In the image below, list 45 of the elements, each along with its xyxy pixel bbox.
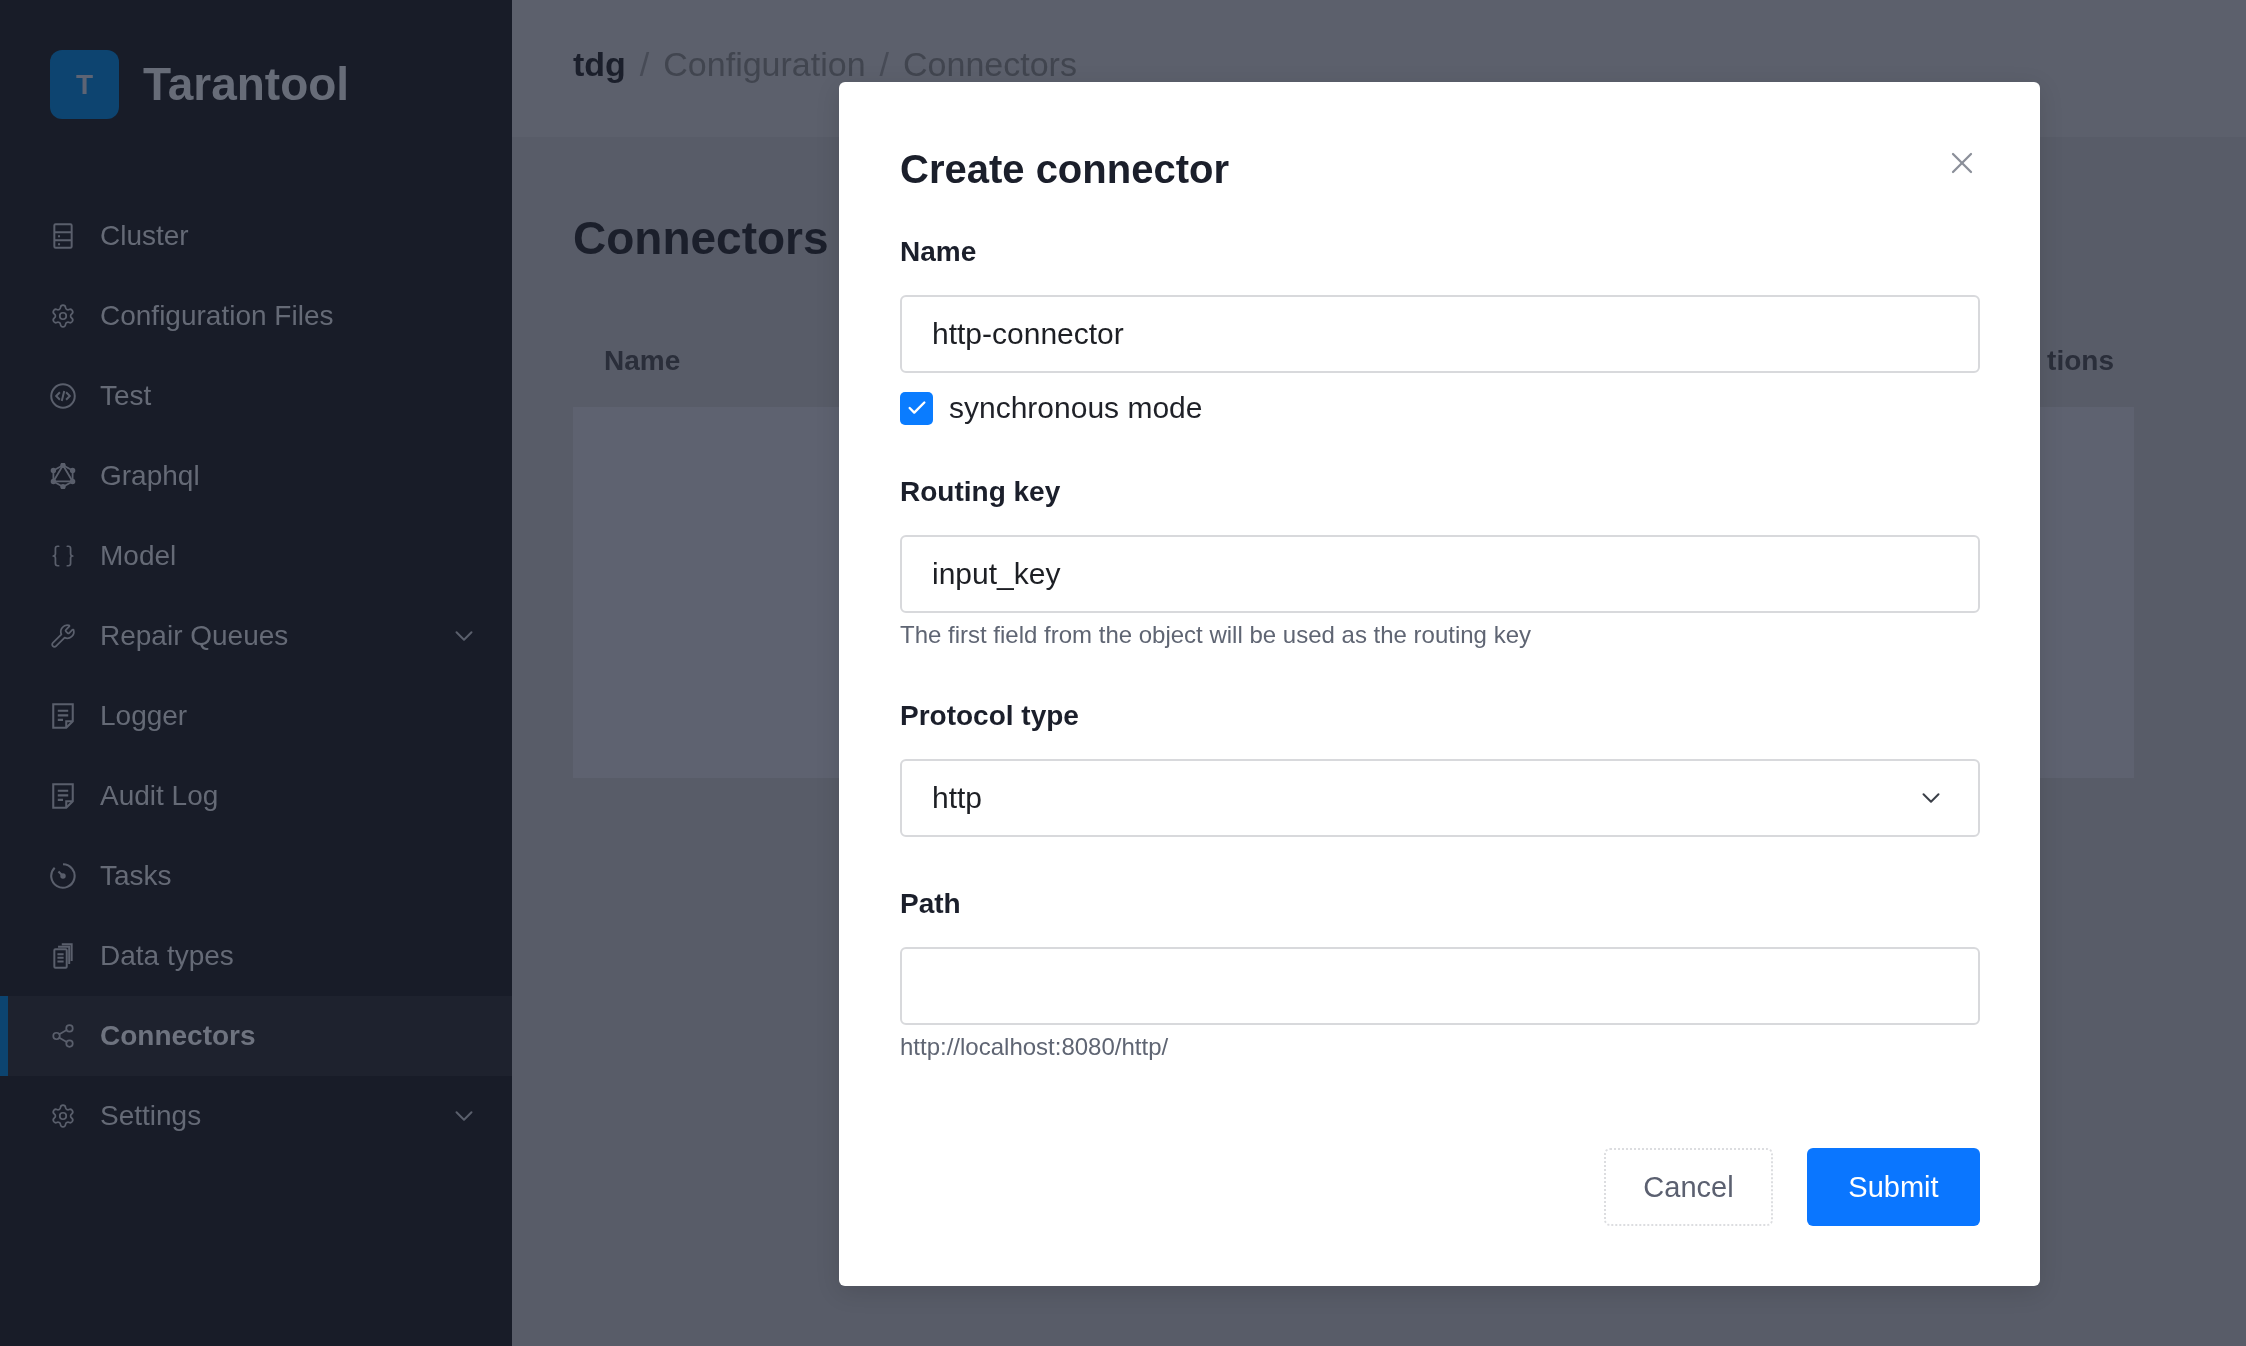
sidebar-item[interactable]: Repair Queues	[0, 596, 512, 676]
sidebar-item[interactable]: Audit Log	[0, 756, 512, 836]
text-input[interactable]: input_key	[900, 535, 1980, 613]
select-field[interactable]: http	[900, 759, 1980, 837]
share-icon	[50, 1023, 76, 1049]
gear-icon	[50, 1103, 76, 1129]
wrench-icon	[50, 623, 76, 649]
breadcrumb-separator: /	[879, 47, 889, 81]
sidebar-item[interactable]: Test	[0, 356, 512, 436]
field-label: Protocol type	[900, 699, 1079, 733]
hint-text: http://localhost:8080/http/	[900, 1033, 1169, 1061]
field-label: Path	[900, 887, 961, 921]
files-icon	[50, 943, 76, 969]
logo-mark: T	[50, 50, 119, 119]
page-title: Connectors	[573, 211, 829, 266]
timer-icon	[50, 863, 76, 889]
field-label: Routing key	[900, 475, 1061, 509]
submit-button[interactable]: Submit	[1807, 1148, 1980, 1226]
document-icon	[50, 703, 76, 729]
sidebar-item[interactable]: Configuration Files	[0, 276, 512, 356]
cancel-button[interactable]: Cancel	[1604, 1148, 1773, 1226]
text-input[interactable]	[900, 947, 1980, 1025]
sidebar-item[interactable]: Tasks	[0, 836, 512, 916]
hexagon-network-icon	[50, 463, 76, 489]
sidebar-item[interactable]: Data types	[0, 916, 512, 996]
breadcrumb-separator: /	[639, 47, 650, 81]
checkbox[interactable]	[900, 391, 933, 425]
sidebar-item[interactable]: Cluster	[0, 196, 512, 276]
document-icon	[50, 783, 76, 809]
braces-icon	[50, 543, 76, 569]
sidebar-item[interactable]: Model	[0, 516, 512, 596]
logo-name: Tarantool	[143, 59, 350, 110]
sidebar-item[interactable]: Connectors	[0, 996, 512, 1076]
server-icon	[50, 223, 76, 249]
hint-text: The first field from the object will be used as the routing key	[900, 621, 1531, 649]
checkbox-label: synchronous mode	[949, 391, 1203, 425]
field-label: Name	[900, 235, 977, 269]
code-icon	[50, 383, 76, 409]
text-input[interactable]: http-connector	[900, 295, 1980, 373]
modal-title: Create connector	[900, 146, 1229, 193]
gear-icon	[50, 303, 76, 329]
sidebar-item[interactable]: Settings	[0, 1076, 512, 1156]
sidebar-item[interactable]: Logger	[0, 676, 512, 756]
sidebar-item[interactable]: Graphql	[0, 436, 512, 516]
breadcrumb-link[interactable]: tdg	[573, 47, 626, 81]
